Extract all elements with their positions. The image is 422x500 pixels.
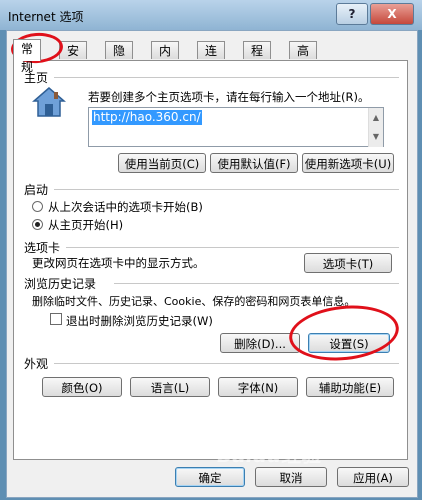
delete-on-exit-label: 退出时删除浏览历史记录(W) (66, 314, 213, 328)
home-url-value: http://hao.360.cn/ (92, 110, 202, 125)
internet-options-window: Internet 选项 ? X 常规 安全 隐私 内容 连接 程序 高级 主页 (0, 0, 422, 500)
delete-on-exit-checkbox[interactable] (50, 313, 62, 325)
startup-section-label: 启动 (24, 183, 49, 197)
use-current-button[interactable]: 使用当前页(C) (118, 153, 206, 173)
tabs-description: 更改网页在选项卡中的显示方式。 (32, 256, 205, 270)
use-new-tab-button[interactable]: 使用新选项卡(U) (302, 153, 394, 173)
startup-last-session-radio[interactable] (32, 201, 43, 212)
delete-history-button[interactable]: 删除(D)... (220, 333, 300, 353)
divider (54, 189, 399, 190)
fonts-button[interactable]: 字体(N) (218, 377, 298, 397)
divider (66, 247, 399, 248)
languages-button[interactable]: 语言(L) (130, 377, 210, 397)
scroll-down-icon[interactable]: ▼ (368, 127, 383, 147)
dialog-body: 常规 安全 隐私 内容 连接 程序 高级 主页 若要创建多个主页选项卡，请在每行… (6, 30, 418, 498)
startup-option-label: 从上次会话中的选项卡开始(B) (48, 200, 203, 214)
title-bar[interactable]: Internet 选项 ? X (0, 0, 422, 30)
accessibility-button[interactable]: 辅助功能(E) (306, 377, 394, 397)
apply-button[interactable]: 应用(A) (337, 467, 409, 487)
tab-advanced[interactable]: 高级 (289, 41, 318, 76)
home-description: 若要创建多个主页选项卡，请在每行输入一个地址(R)。 (88, 90, 370, 104)
home-url-textarea[interactable]: http://hao.360.cn/ ▲ ▼ (88, 107, 384, 147)
colors-button[interactable]: 颜色(O) (42, 377, 122, 397)
tab-security[interactable]: 安全 (59, 41, 88, 76)
startup-home-radio[interactable] (32, 219, 43, 230)
tabs-section-label: 选项卡 (24, 241, 61, 255)
house-icon (31, 85, 67, 119)
tab-content[interactable]: 内容 (151, 41, 180, 76)
help-button[interactable]: ? (336, 3, 368, 25)
divider (114, 283, 399, 284)
appearance-section-label: 外观 (24, 357, 49, 371)
tab-general[interactable]: 常规 (13, 39, 42, 74)
general-panel: 主页 若要创建多个主页选项卡，请在每行输入一个地址(R)。 http://hao… (13, 60, 408, 460)
cancel-button[interactable]: 取消 (255, 467, 327, 487)
use-default-button[interactable]: 使用默认值(F) (210, 153, 298, 173)
divider (54, 77, 399, 78)
history-section-label: 浏览历史记录 (24, 277, 97, 291)
scroll-up-icon[interactable]: ▲ (368, 108, 383, 128)
watermark: Baidu经验 (217, 443, 322, 467)
window-title: Internet 选项 (8, 10, 84, 24)
tab-connections[interactable]: 连接 (197, 41, 226, 76)
close-button[interactable]: X (370, 3, 414, 25)
startup-option-label: 从主页开始(H) (48, 218, 124, 232)
tab-privacy[interactable]: 隐私 (105, 41, 134, 76)
history-description: 删除临时文件、历史记录、Cookie、保存的密码和网页表单信息。 (32, 295, 356, 308)
ok-button[interactable]: 确定 (175, 467, 245, 487)
tab-programs[interactable]: 程序 (243, 41, 272, 76)
divider (54, 363, 399, 364)
tabs-settings-button[interactable]: 选项卡(T) (304, 253, 392, 273)
